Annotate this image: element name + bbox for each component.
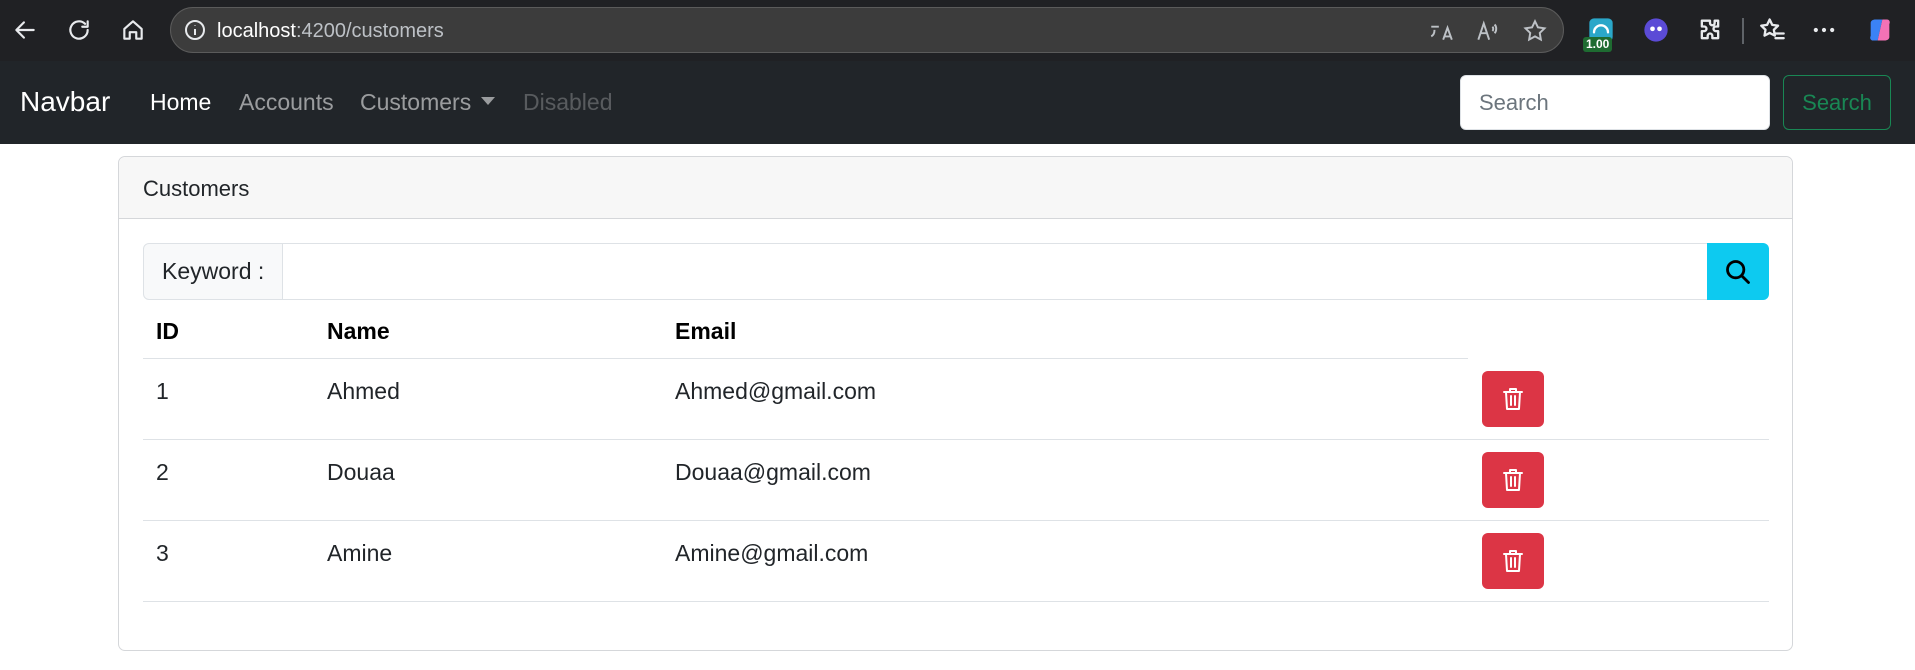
navbar: Navbar Home Accounts Customers Disabled … (0, 61, 1915, 144)
navbar-brand[interactable]: Navbar (20, 85, 110, 119)
cell-id: 3 (156, 540, 169, 566)
nav-accounts[interactable]: Accounts (239, 88, 334, 116)
nav-customers-dropdown[interactable]: Customers (360, 88, 496, 116)
cell-email: Douaa@gmail.com (675, 459, 871, 485)
back-icon[interactable] (6, 11, 44, 49)
cell-id: 1 (156, 378, 169, 404)
url-host: localhost (217, 20, 296, 42)
table-row: 1 Ahmed Ahmed@gmail.com (143, 359, 1769, 440)
navbar-search-button[interactable]: Search (1783, 75, 1891, 130)
caret-down-icon (481, 97, 496, 105)
cell-name: Ahmed (327, 378, 400, 404)
trash-icon (1503, 469, 1523, 491)
nav-home[interactable]: Home (150, 88, 211, 116)
trash-icon (1503, 550, 1523, 572)
row-divider (143, 601, 1769, 602)
keyword-search-button[interactable] (1707, 243, 1769, 300)
url-text: localhost:4200/customers (217, 19, 444, 43)
copilot-icon[interactable] (1864, 14, 1896, 46)
search-icon (1726, 259, 1750, 284)
translate-icon[interactable] (1427, 17, 1455, 45)
cell-email: Amine@gmail.com (675, 540, 869, 566)
nav-disabled: Disabled (523, 89, 613, 115)
delete-button[interactable] (1482, 533, 1544, 589)
site-info-icon[interactable] (183, 18, 207, 42)
table-row: 3 Amine Amine@gmail.com (143, 521, 1769, 602)
url-path: :4200/customers (295, 20, 444, 42)
navbar-search-input[interactable] (1460, 75, 1770, 130)
cell-name: Douaa (327, 459, 395, 485)
cell-email: Ahmed@gmail.com (675, 378, 877, 404)
browser-toolbar: localhost:4200/customers 1.00 (0, 0, 1915, 61)
delete-button[interactable] (1482, 371, 1544, 427)
read-aloud-icon[interactable] (1473, 17, 1501, 45)
address-bar[interactable]: localhost:4200/customers (170, 7, 1564, 53)
home-icon[interactable] (114, 11, 152, 49)
cell-id: 2 (156, 459, 169, 485)
more-menu-icon[interactable] (1808, 14, 1840, 46)
favorites-icon[interactable] (1756, 14, 1788, 46)
customers-card: Customers Keyword : ID Name Email 1 Ahme… (118, 156, 1793, 651)
cell-name: Amine (327, 540, 393, 566)
column-header-name: Name (327, 318, 390, 344)
keyword-label: Keyword : (143, 243, 283, 300)
extensions-puzzle-icon[interactable] (1694, 14, 1726, 46)
card-header: Customers (119, 157, 1792, 219)
card-title: Customers (143, 176, 250, 201)
keyword-search-group: Keyword : (143, 243, 1769, 300)
delete-button[interactable] (1482, 452, 1544, 508)
table-row: 2 Douaa Douaa@gmail.com (143, 440, 1769, 521)
keyword-input[interactable] (282, 243, 1709, 300)
extension-badge: 1.00 (1583, 37, 1613, 52)
toolbar-separator (1742, 18, 1744, 44)
copilot-face-icon[interactable] (1640, 14, 1672, 46)
column-header-id: ID (156, 318, 179, 344)
favorite-star-icon[interactable] (1521, 17, 1549, 45)
reload-icon[interactable] (60, 11, 98, 49)
nav-customers-label: Customers (360, 89, 472, 115)
column-header-email: Email (675, 318, 737, 344)
trash-icon (1503, 388, 1523, 410)
